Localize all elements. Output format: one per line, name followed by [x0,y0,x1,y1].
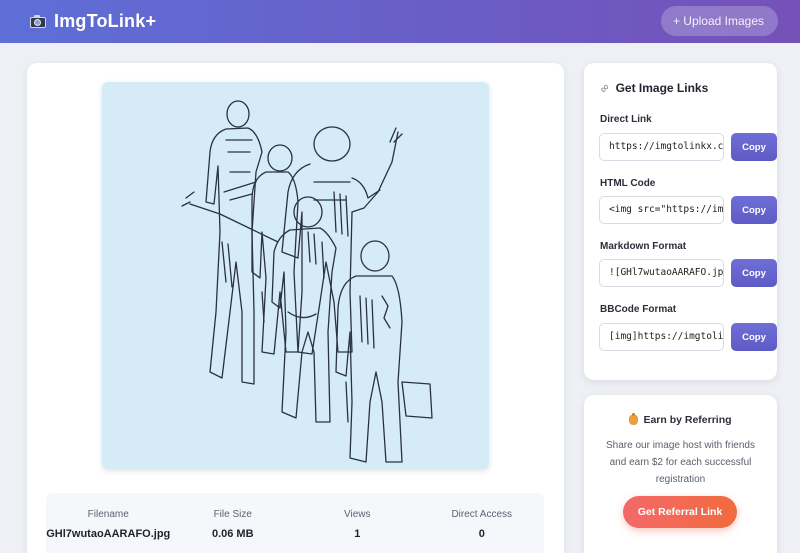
file-stats: Filename GHl7wutaoAARAFO.jpg File Size 0… [46,493,544,553]
illustration-image [102,82,489,469]
stat-value: GHl7wutaoAARAFO.jpg [46,528,171,540]
copy-direct-link-button[interactable]: Copy [731,133,777,161]
links-title: Get Image Links [615,81,709,95]
copy-bbcode-button[interactable]: Copy [731,323,777,351]
copy-html-code-button[interactable]: Copy [731,196,777,224]
links-panel-title: ∞ Get Image Links [596,80,709,96]
image-card: Filename GHl7wutaoAARAFO.jpg File Size 0… [27,63,564,553]
referral-card: Earn by Referring Share our image host w… [584,395,777,553]
image-preview[interactable] [102,82,489,469]
referral-title-row: Earn by Referring [584,413,777,426]
bbcode-format-field[interactable]: [img]https://imgtoli [599,323,724,351]
stat-label: Views [344,509,371,520]
upload-images-button[interactable]: + Upload Images [660,5,778,36]
copy-markdown-button[interactable]: Copy [731,259,777,287]
stat-value: 1 [354,528,361,540]
app-header: ImgToLink+ + Upload Images [0,0,800,43]
camera-icon [30,15,46,28]
link-icon: ∞ [596,80,613,96]
brand-name: ImgToLink+ [54,11,157,31]
stat-label: File Size [213,509,252,520]
stat-value: 0.06 MB [211,528,254,540]
direct-link-field[interactable]: https://imgtolinkx.c [599,133,724,161]
bbcode-format-label: BBCode Format [600,304,677,315]
stat-label: Filename [87,509,129,520]
stat-direct-access: Direct Access 0 [420,493,545,553]
markdown-format-label: Markdown Format [600,241,687,252]
direct-link-label: Direct Link [600,114,652,125]
markdown-format-field[interactable]: ![GHl7wutaoAARAFO.jp [599,259,724,287]
referral-title: Earn by Referring [643,414,732,426]
referral-description: Share our image host with friends and ea… [606,440,755,485]
stat-views: Views 1 [295,493,420,553]
stat-filename: Filename GHl7wutaoAARAFO.jpg [46,493,171,553]
money-bag-icon [629,413,639,425]
stat-label: Direct Access [451,509,513,520]
get-referral-link-button[interactable]: Get Referral Link [623,496,737,528]
stat-value: 0 [478,528,485,540]
stat-file-size: File Size 0.06 MB [171,493,296,553]
brand[interactable]: ImgToLink+ [30,11,156,32]
image-links-panel: ∞ Get Image Links Direct Link https://im… [584,63,777,380]
html-code-label: HTML Code [600,178,656,189]
html-code-field[interactable]: <img src="https://im [599,196,724,224]
